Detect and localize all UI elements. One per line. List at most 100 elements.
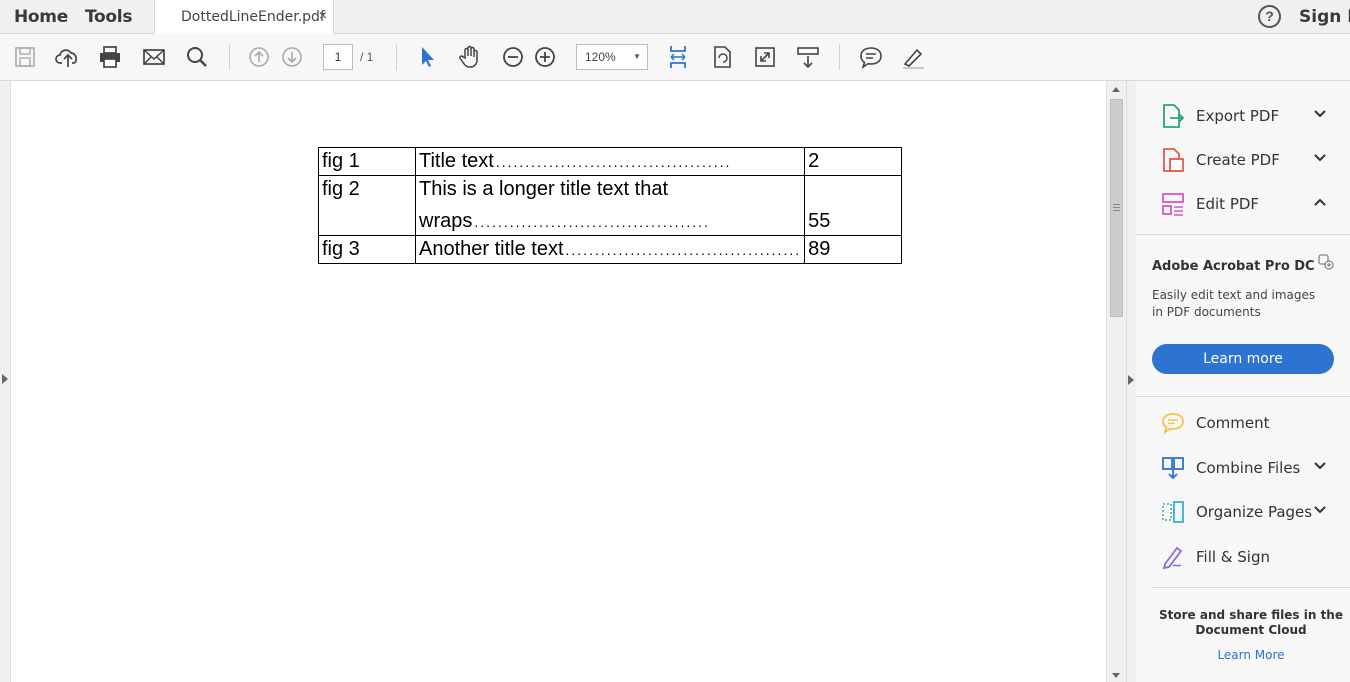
chevron-down-icon[interactable]	[1312, 458, 1328, 474]
divider	[1136, 396, 1350, 397]
create-pdf-icon	[1161, 147, 1185, 173]
tool-edit-pdf[interactable]: Edit PDF	[1136, 184, 1350, 224]
document-cloud-message: Store and share files in the Document Cl…	[1158, 608, 1343, 637]
fill-sign-icon	[1161, 544, 1185, 570]
fullscreen-icon[interactable]	[752, 44, 778, 70]
sign-in-link[interactable]: Sign In	[1299, 7, 1350, 27]
chevron-down-icon[interactable]	[1312, 502, 1328, 518]
menu-tools[interactable]: Tools	[85, 7, 132, 27]
toolbar-separator	[396, 44, 397, 70]
tool-label: Fill & Sign	[1196, 548, 1270, 566]
save-icon[interactable]	[12, 44, 38, 70]
learn-more-link[interactable]: Learn More	[1136, 648, 1350, 662]
organize-pages-icon	[1161, 499, 1185, 525]
top-menu-bar: Home Tools DottedLineEnder.pdf × ? Sign …	[0, 0, 1350, 34]
export-pdf-icon	[1161, 103, 1185, 129]
tools-pane: Export PDF Create PDF Edit PDF Adobe Acr…	[1136, 81, 1350, 682]
tool-organize-pages[interactable]: Organize Pages	[1136, 492, 1350, 532]
tool-label: Edit PDF	[1196, 195, 1260, 213]
help-icon[interactable]: ?	[1258, 5, 1281, 28]
tool-fill-sign[interactable]: Fill & Sign	[1136, 537, 1350, 577]
vertical-scrollbar[interactable]	[1106, 81, 1126, 682]
fig-cell: fig 3	[318, 235, 416, 264]
fit-page-icon[interactable]	[665, 44, 691, 70]
comment-icon[interactable]	[858, 44, 884, 70]
toolbar: 1 / 1 120% ▼	[0, 34, 1350, 81]
document-tab-title: DottedLineEnder.pdf	[181, 9, 325, 25]
chevron-down-icon[interactable]	[1312, 106, 1328, 122]
rotate-icon[interactable]	[709, 44, 735, 70]
title-text: This is a longer title text that	[419, 178, 669, 200]
learn-more-button[interactable]: Learn more	[1152, 344, 1334, 374]
dismiss-promo-icon[interactable]	[1318, 254, 1334, 270]
tool-create-pdf[interactable]: Create PDF	[1136, 140, 1350, 180]
dot-leader: ........................................	[474, 214, 710, 230]
page-cell: 89	[804, 235, 903, 264]
tool-label: Combine Files	[1196, 459, 1301, 477]
figure-list-table: fig 1 Title text........................…	[318, 147, 903, 264]
tool-label: Comment	[1196, 414, 1270, 432]
fig-cell: fig 2	[318, 175, 416, 236]
toolbar-separator	[839, 44, 840, 70]
title-cell: Title text..............................…	[414, 147, 806, 176]
tool-label: Organize Pages	[1196, 503, 1313, 521]
page-number: 55	[808, 210, 831, 232]
comment-icon	[1161, 410, 1185, 436]
title-cell: This is a longer title text that wraps..…	[414, 175, 806, 236]
print-icon[interactable]	[97, 44, 123, 70]
search-icon[interactable]	[184, 44, 210, 70]
toolbar-separator	[229, 44, 230, 70]
title-text: Another title text	[419, 238, 564, 260]
page-cell: 2	[804, 147, 903, 176]
edit-pdf-icon	[1161, 191, 1185, 217]
collapse-right-pane-icon[interactable]	[1128, 375, 1134, 385]
tool-label: Export PDF	[1196, 107, 1280, 125]
expand-left-pane-icon[interactable]	[2, 374, 8, 384]
zoom-value: 120%	[585, 50, 616, 64]
close-tab-icon[interactable]: ×	[319, 7, 327, 23]
page-up-icon[interactable]	[246, 44, 272, 70]
fig-cell: fig 1	[318, 147, 416, 176]
zoom-in-icon[interactable]	[532, 44, 558, 70]
zoom-out-icon[interactable]	[500, 44, 526, 70]
zoom-dropdown[interactable]: 120% ▼	[576, 44, 648, 70]
pdf-page: fig 1 Title text........................…	[12, 81, 1106, 682]
dot-leader: ........................................	[495, 154, 732, 170]
left-pane-handle[interactable]	[0, 81, 11, 682]
promo-title: Adobe Acrobat Pro DC	[1152, 259, 1315, 274]
divider	[1152, 587, 1350, 588]
title-text: Title text	[419, 150, 494, 172]
tool-combine-files[interactable]: Combine Files	[1136, 448, 1350, 488]
right-pane-handle[interactable]	[1126, 81, 1136, 682]
table-row: fig 2 This is a longer title text that w…	[318, 175, 903, 236]
scroll-down-icon[interactable]	[1112, 673, 1120, 678]
dot-leader: ........................................	[565, 242, 802, 258]
chevron-up-icon[interactable]	[1312, 194, 1328, 210]
table-row: fig 3 Another title text................…	[318, 235, 903, 264]
hand-icon[interactable]	[457, 44, 483, 70]
scroll-mode-icon[interactable]	[795, 44, 821, 70]
tool-export-pdf[interactable]: Export PDF	[1136, 96, 1350, 136]
highlight-icon[interactable]	[900, 44, 926, 70]
page-total: / 1	[360, 50, 374, 64]
tool-label: Create PDF	[1196, 151, 1280, 169]
document-viewer: fig 1 Title text........................…	[0, 81, 1126, 682]
email-icon[interactable]	[141, 44, 167, 70]
page-number-input[interactable]: 1	[323, 44, 353, 70]
upload-cloud-icon[interactable]	[55, 44, 81, 70]
chevron-down-icon: ▼	[633, 52, 641, 61]
scrollbar-thumb[interactable]	[1110, 99, 1123, 317]
document-tab[interactable]: DottedLineEnder.pdf ×	[154, 0, 334, 34]
tool-comment[interactable]: Comment	[1136, 403, 1350, 443]
select-cursor-icon[interactable]	[414, 44, 440, 70]
page-down-icon[interactable]	[279, 44, 305, 70]
table-row: fig 1 Title text........................…	[318, 147, 903, 176]
title-cell: Another title text......................…	[414, 235, 806, 264]
divider	[1136, 234, 1350, 235]
page-cell: 55	[804, 175, 903, 236]
combine-files-icon	[1161, 455, 1185, 481]
chevron-down-icon[interactable]	[1312, 150, 1328, 166]
menu-home[interactable]: Home	[14, 7, 68, 27]
grip-icon	[1113, 204, 1120, 211]
scroll-up-icon[interactable]	[1112, 87, 1120, 92]
